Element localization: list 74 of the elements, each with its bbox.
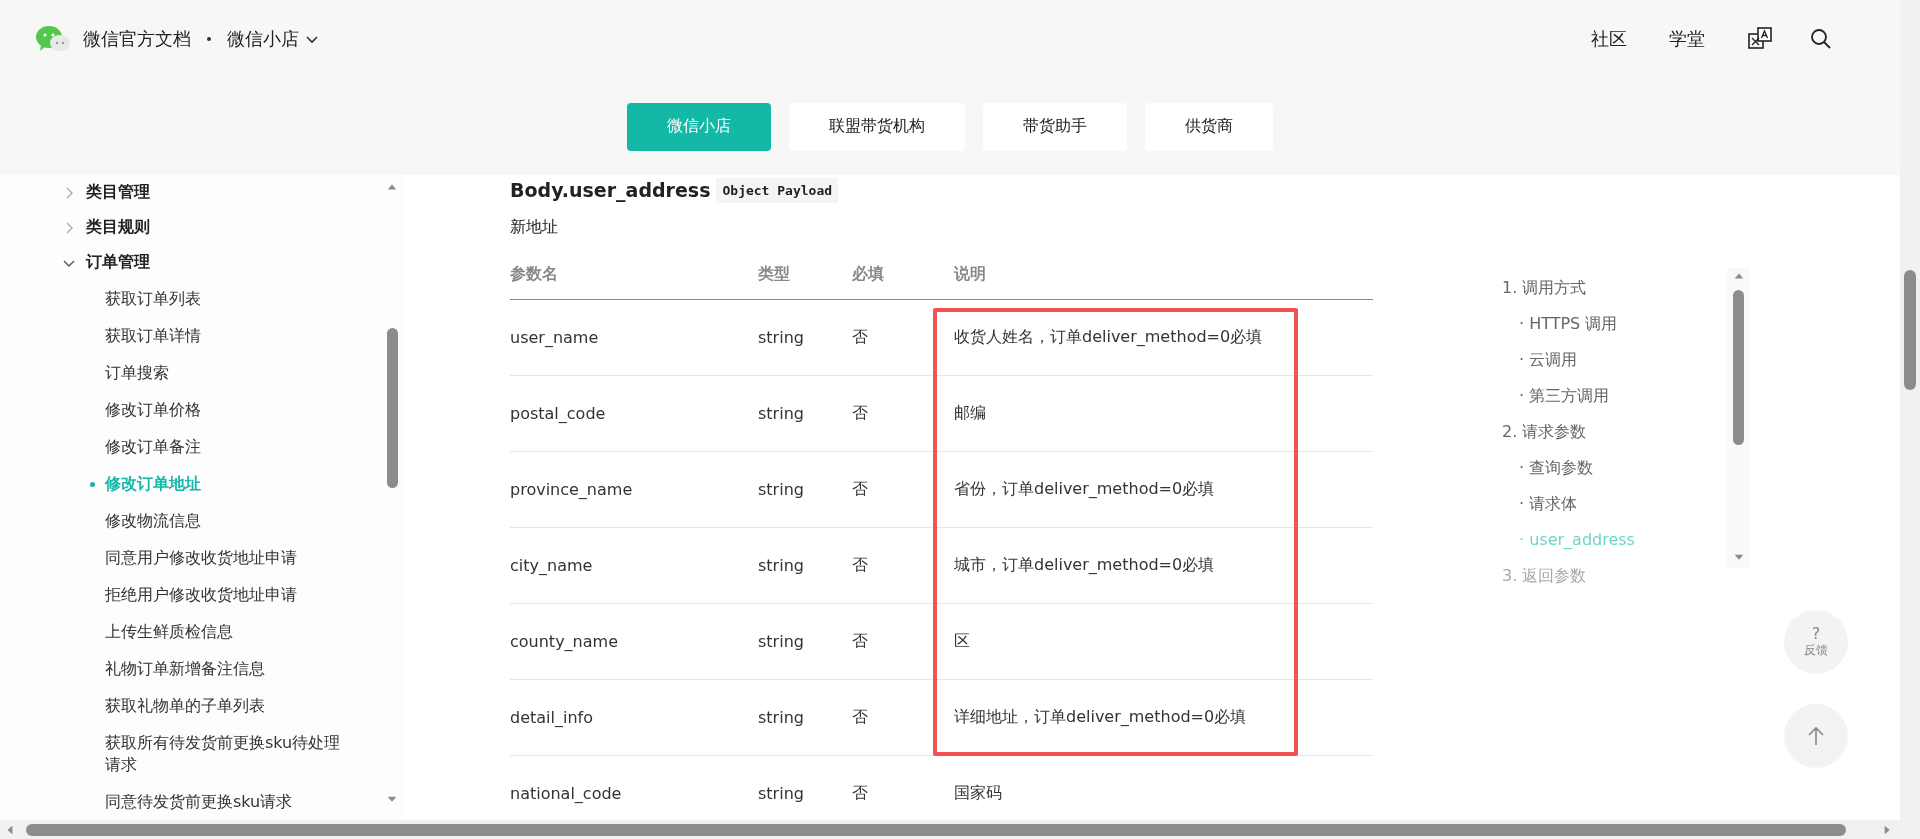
toc-link[interactable]: 1. 调用方式 [1502,276,1727,312]
table-cell-text: 国家码 [953,782,1003,804]
table-cell: city_name [510,528,758,604]
table-cell: 否 [852,376,933,452]
scrollbar[interactable] [0,820,1900,839]
nav-tab[interactable]: 供货商 [1145,102,1273,151]
toc-link[interactable]: · HTTPS 调用 [1502,312,1727,348]
section-heading: Body.user_address [510,179,711,201]
nav-link[interactable]: 学堂 [1669,27,1705,51]
table-cell: 详细地址，订单deliver_method=0必填 [933,680,1373,756]
sidebar-item[interactable]: 获取订单列表 [82,288,201,310]
table-cell: 城市，订单deliver_method=0必填 [933,528,1373,604]
table-cell-text: string [758,783,805,805]
table-cell: string [758,300,852,376]
table-cell: 否 [852,452,933,528]
site-title[interactable]: 微信官方文档 [83,27,191,51]
scrollbar[interactable] [1900,0,1920,839]
sidebar-item[interactable]: 上传生鲜质检信息 [82,621,233,643]
table-cell: 省份，订单deliver_method=0必填 [933,452,1373,528]
sidebar-item[interactable]: 同意待发货前更换sku请求 [82,791,293,813]
scrollbar-thumb[interactable] [1733,290,1744,445]
column-header: 说明 [933,252,1373,300]
toc-link[interactable]: 2. 请求参数 [1502,420,1727,456]
table-cell: detail_info [510,680,758,756]
bullet-icon [90,482,95,487]
toc-link[interactable]: · 第三方调用 [1502,384,1727,420]
column-header: 类型 [758,252,852,300]
sidebar-item[interactable]: 获取订单详情 [82,325,201,347]
table-cell: user_name [510,300,758,376]
sidebar-item[interactable]: 同意用户修改收货地址申请 [82,547,297,569]
table-cell: 收货人姓名，订单deliver_method=0必填 [933,300,1373,376]
table-cell: province_name [510,452,758,528]
scrollbar[interactable] [1727,268,1750,568]
sidebar-item[interactable]: 订单搜索 [82,362,169,384]
sidebar-item[interactable]: 礼物订单新增备注信息 [82,658,265,680]
toc-link[interactable]: · 云调用 [1502,348,1727,384]
toc-link[interactable]: · 请求体 [1502,492,1727,528]
table-cell: string [758,376,852,452]
scrollbar-thumb[interactable] [386,328,398,488]
nav-tab[interactable]: 联盟带货机构 [789,102,965,151]
table-cell: 区 [933,604,1373,680]
table-cell: string [758,452,852,528]
section-description: 新地址 [510,217,559,238]
sidebar-item[interactable]: 修改订单价格 [82,399,201,421]
toc-link[interactable]: · 查询参数 [1502,456,1727,492]
table-cell: 否 [852,300,933,376]
column-header: 必填 [852,252,933,300]
table-cell: string [758,680,852,756]
type-label: Object Payload [716,177,839,203]
sidebar-item[interactable]: 修改订单备注 [82,436,201,458]
search-icon[interactable] [1809,27,1833,51]
translate-icon[interactable] [1747,26,1773,52]
table-cell: 否 [852,604,933,680]
table-cell: county_name [510,604,758,680]
sidebar-group[interactable]: 类目规则 [62,210,383,245]
table-cell-text: 否 [852,782,869,804]
nav-link[interactable]: 社区 [1591,27,1627,51]
sidebar-item[interactable]: 获取所有待发货前更换sku待处理请求 [82,732,350,776]
sidebar-group[interactable]: 类目管理 [62,175,383,210]
column-header: 参数名 [510,252,758,300]
sidebar-item[interactable]: 获取礼物单的子单列表 [82,695,265,717]
sidebar-item[interactable]: 修改物流信息 [82,510,201,532]
logo-icon[interactable] [35,25,71,53]
nav-tab[interactable]: 带货助手 [983,102,1127,151]
table-cell: postal_code [510,376,758,452]
table-cell-text: national_code [510,783,623,805]
table-cell: 否 [852,680,933,756]
sidebar-item[interactable]: 拒绝用户修改收货地址申请 [82,584,297,606]
table-cell: 否 [852,528,933,604]
table-cell: 邮编 [933,376,1373,452]
table-cell: string [758,604,852,680]
table-cell: string [758,528,852,604]
section-dropdown[interactable]: 微信小店 [227,27,319,51]
sidebar-group[interactable]: 订单管理 [62,245,383,280]
